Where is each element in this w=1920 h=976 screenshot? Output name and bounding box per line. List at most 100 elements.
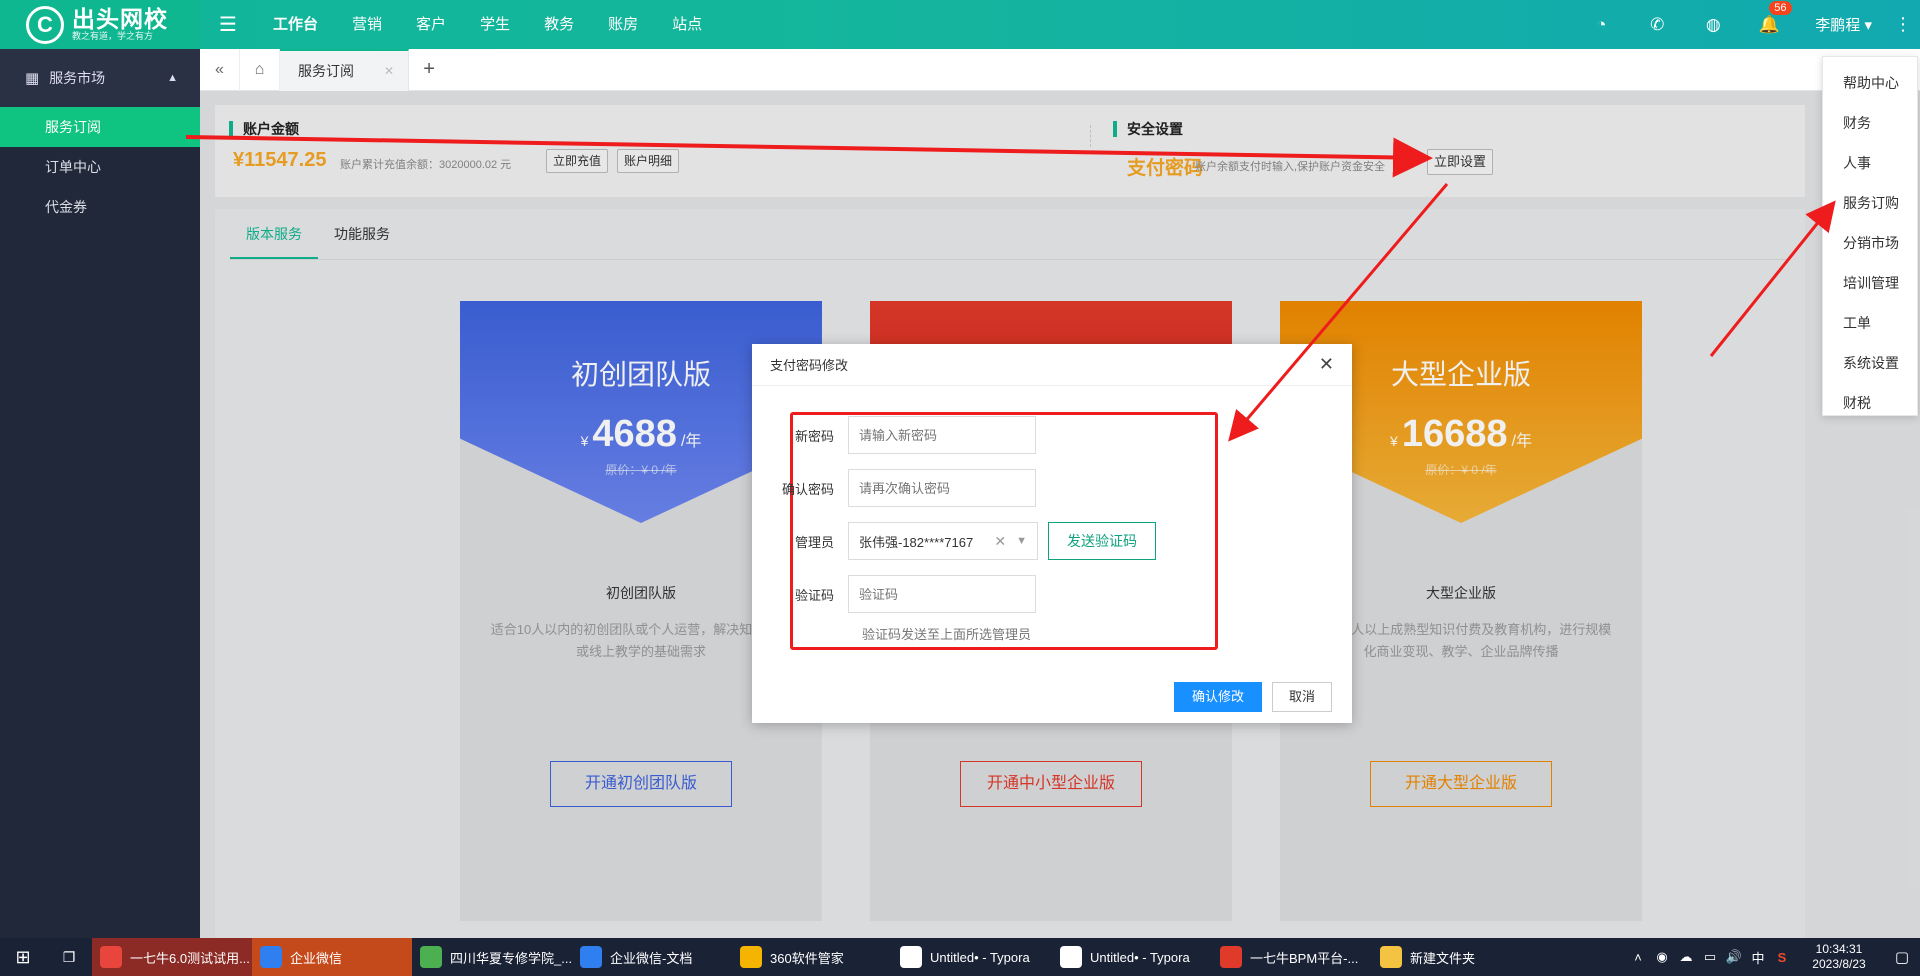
caret-up-icon: ▲ — [167, 72, 178, 84]
user-name: 李鹏程 — [1815, 17, 1861, 34]
taskbar-item[interactable]: 企业微信-文档 — [572, 938, 732, 976]
doc-icon — [580, 946, 602, 968]
taskbar-item[interactable]: 一七牛BPM平台-... — [1212, 938, 1372, 976]
sidebar-item-vouchers[interactable]: 代金券 — [0, 187, 200, 227]
sidebar: ▦ 服务市场 ▲ 服务订阅 订单中心 代金券 — [0, 49, 200, 938]
taskbar-item[interactable]: 企业微信 — [252, 938, 412, 976]
chrome-icon — [100, 946, 122, 968]
sidebar-item-subscription[interactable]: 服务订阅 — [0, 107, 200, 147]
taskbar-item-label: 360软件管家 — [770, 950, 844, 966]
confirm-password-label: 确认密码 — [781, 481, 834, 497]
menu-item-distribution[interactable]: 分销市场 — [1823, 223, 1917, 263]
taskbar-item[interactable]: 新建文件夹 — [1372, 938, 1532, 976]
menu-item-service-order[interactable]: 服务订购 — [1823, 183, 1917, 223]
logo[interactable]: C 出头网校 教之有道，学之有方 — [0, 0, 200, 49]
nav-students[interactable]: 学生 — [463, 0, 527, 49]
palette-icon[interactable]: ◍ — [1685, 15, 1741, 35]
chevron-up-icon[interactable]: ˄ — [1626, 950, 1650, 965]
ime-indicator[interactable]: 中 — [1746, 948, 1770, 967]
nav-workbench[interactable]: 工作台 — [256, 0, 335, 49]
menu-item-ticket[interactable]: 工单 — [1823, 303, 1917, 343]
bell-icon[interactable]: 🔔 56 — [1741, 0, 1797, 35]
wecom-icon — [260, 946, 282, 968]
clock-time: 10:34:31 — [1815, 942, 1863, 956]
nav-site[interactable]: 站点 — [655, 0, 719, 49]
clock[interactable]: 10:34:31 2023/8/23 — [1794, 942, 1884, 972]
grid-icon: ▦ — [25, 70, 40, 87]
menu-toggle-icon[interactable]: ☰ — [200, 12, 256, 37]
cloud-icon[interactable]: ☁ — [1674, 949, 1698, 965]
clear-icon[interactable]: ✕ — [994, 533, 1006, 550]
nav-marketing[interactable]: 营销 — [335, 0, 399, 49]
cancel-button[interactable]: 取消 — [1272, 682, 1332, 712]
caret-down-icon: ▾ — [1864, 17, 1872, 34]
admin-label: 管理员 — [794, 534, 834, 550]
notification-badge: 56 — [1769, 0, 1792, 15]
folder-icon — [1380, 946, 1402, 968]
typora-icon — [900, 946, 922, 968]
nav-accounts[interactable]: 账房 — [591, 0, 655, 49]
admin-value: 张伟强-182****7167 — [859, 534, 974, 550]
close-icon[interactable]: ✕ — [1319, 354, 1334, 375]
taskbar-item[interactable]: 四川华夏专修学院_... — [412, 938, 572, 976]
taskbar-item-label: Untitled• - Typora — [1090, 949, 1190, 965]
speaker-icon[interactable]: 🔊 — [1722, 949, 1746, 965]
pay-password-dialog: 支付密码修改 ✕ 新密码 确认密码 管理员 张伟强-182****7167 ✕ … — [752, 344, 1352, 723]
task-view-icon[interactable]: ❐ — [46, 949, 92, 966]
home-icon[interactable]: ⌂ — [240, 48, 280, 91]
headset-icon[interactable]: ◔ — [1573, 15, 1629, 35]
new-password-label: 新密码 — [794, 428, 834, 444]
browser-icon — [420, 946, 442, 968]
network-icon[interactable]: ▭ — [1698, 949, 1722, 965]
code-input[interactable] — [848, 575, 1036, 613]
menu-item-training[interactable]: 培训管理 — [1823, 263, 1917, 303]
sidebar-item-orders[interactable]: 订单中心 — [0, 147, 200, 187]
clock-date: 2023/8/23 — [1812, 957, 1866, 971]
network-app-icon[interactable]: ◉ — [1650, 949, 1674, 965]
notification-icon[interactable]: ▢ — [1884, 948, 1920, 966]
sidebar-group-service-market[interactable]: ▦ 服务市场 ▲ — [0, 49, 200, 107]
tab-label: 服务订阅 — [298, 62, 354, 79]
taskbar-item[interactable]: 360软件管家 — [732, 938, 892, 976]
menu-item-help[interactable]: 帮助中心 — [1823, 63, 1917, 103]
code-label: 验证码 — [794, 587, 834, 603]
taskbar-item-label: 企业微信 — [290, 950, 343, 966]
nav-customers[interactable]: 客户 — [399, 0, 463, 49]
menu-item-hr[interactable]: 人事 — [1823, 143, 1917, 183]
admin-select[interactable]: 张伟强-182****7167 ✕ ▼ — [848, 522, 1038, 560]
tab-subscription[interactable]: 服务订阅 ✕ — [280, 48, 410, 91]
taskbar-item-label: Untitled• - Typora — [930, 949, 1030, 965]
main-nav: 工作台 营销 客户 学生 教务 账房 站点 — [256, 0, 719, 49]
tab-bar: « ⌂ 服务订阅 ✕ + — [200, 48, 1920, 91]
more-icon[interactable]: ⋮ — [1886, 14, 1920, 35]
menu-item-tax[interactable]: 财税 — [1823, 383, 1917, 423]
taskbar-item-label: 新建文件夹 — [1410, 950, 1476, 966]
confirm-password-input[interactable] — [848, 469, 1036, 507]
phone-icon[interactable]: ✆ — [1629, 15, 1685, 35]
wps-icon — [1220, 946, 1242, 968]
taskbar-item[interactable]: 一七牛6.0测试试用... — [92, 938, 252, 976]
taskbar: ⊞ ❐ 一七牛6.0测试试用... 企业微信 四川华夏专修学院_... 企业微信-文档… — [0, 938, 1920, 976]
menu-item-settings[interactable]: 系统设置 — [1823, 343, 1917, 383]
new-password-input[interactable] — [848, 416, 1036, 454]
taskbar-item-label: 一七牛BPM平台-... — [1250, 950, 1359, 966]
dialog-title: 支付密码修改 — [770, 358, 849, 373]
user-menu[interactable]: 李鹏程 ▾ — [1797, 14, 1886, 35]
360-icon — [740, 946, 762, 968]
send-code-button[interactable]: 发送验证码 — [1048, 522, 1156, 560]
nav-academic[interactable]: 教务 — [527, 0, 591, 49]
close-tab-icon[interactable]: ✕ — [384, 64, 394, 78]
menu-item-finance[interactable]: 财务 — [1823, 103, 1917, 143]
sogou-icon[interactable]: S — [1770, 950, 1794, 965]
taskbar-item[interactable]: Untitled• - Typora — [1052, 938, 1212, 976]
confirm-change-button[interactable]: 确认修改 — [1174, 682, 1262, 712]
add-tab-icon[interactable]: + — [409, 58, 449, 81]
collapse-icon[interactable]: « — [200, 48, 240, 91]
logo-name: 出头网校 — [72, 5, 168, 32]
taskbar-item[interactable]: Untitled• - Typora — [892, 938, 1052, 976]
windows-start-icon[interactable]: ⊞ — [0, 947, 46, 968]
logo-slogan: 教之有道，学之有方 — [72, 31, 154, 42]
taskbar-item-label: 四川华夏专修学院_... — [450, 950, 572, 966]
sidebar-group-label: 服务市场 — [49, 70, 106, 86]
more-menu: 帮助中心 财务 人事 服务订购 分销市场 培训管理 工单 系统设置 财税 — [1822, 56, 1918, 416]
